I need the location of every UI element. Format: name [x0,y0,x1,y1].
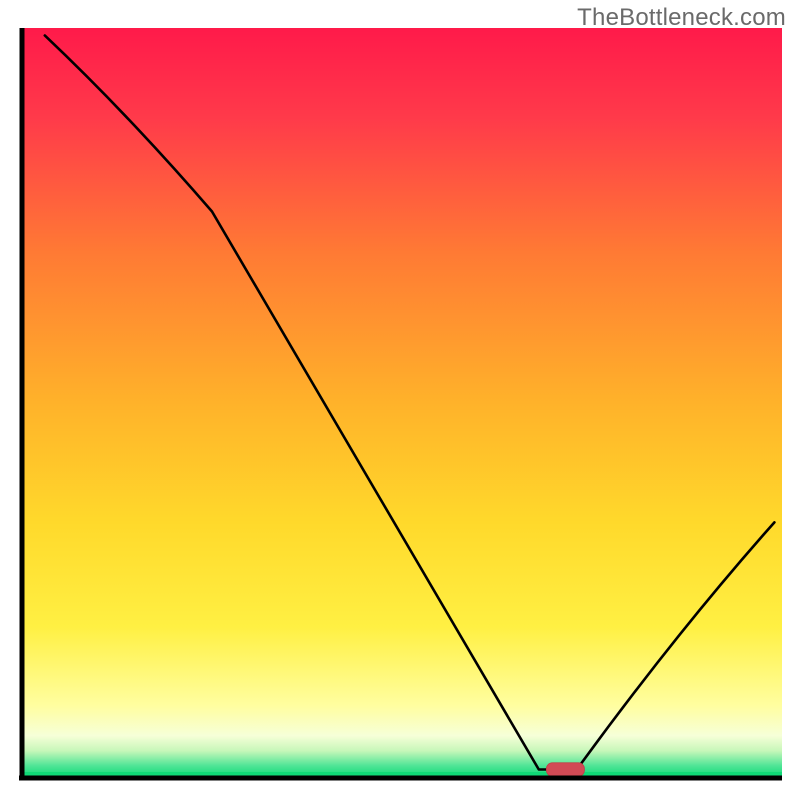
plot-svg [19,28,782,781]
watermark-label: TheBottleneck.com [577,4,786,32]
chart-container: TheBottleneck.com [0,0,800,800]
optimal-marker [546,763,584,776]
plot-frame [19,28,782,781]
plot-background [22,28,782,777]
